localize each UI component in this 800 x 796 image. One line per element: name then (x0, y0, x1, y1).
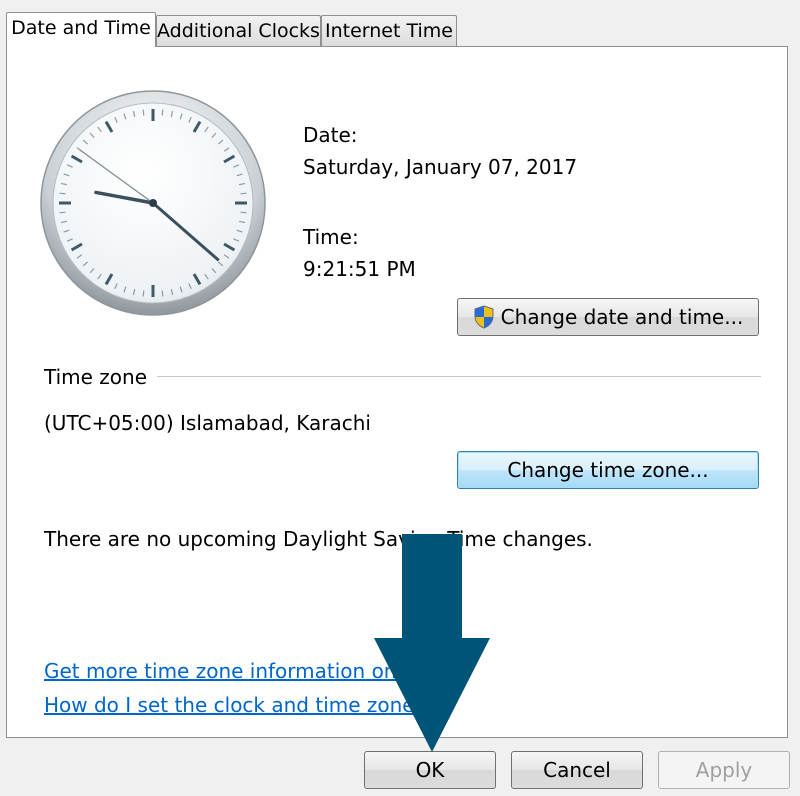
time-label: Time: (303, 225, 359, 249)
time-zone-heading: Time zone (44, 365, 148, 389)
how-to-set-clock-link[interactable]: How do I set the clock and time zone? (44, 693, 425, 717)
change-date-and-time-label: Change date and time... (500, 305, 744, 329)
minute-tick (240, 192, 247, 195)
date-value: Saturday, January 07, 2017 (303, 155, 578, 179)
uac-shield-icon (474, 305, 494, 329)
analog-clock (40, 90, 266, 316)
time-zone-divider (157, 376, 761, 377)
time-zone-value: (UTC+05:00) Islamabad, Karachi (44, 411, 371, 435)
date-label: Date: (303, 123, 358, 147)
change-time-zone-label: Change time zone... (507, 458, 709, 482)
tab-strip: Date and Time Additional Clocks Internet… (0, 0, 800, 48)
apply-label: Apply (695, 758, 753, 782)
ok-button[interactable]: OK (364, 751, 496, 789)
change-date-and-time-button[interactable]: Change date and time... (457, 298, 759, 336)
cancel-button[interactable]: Cancel (511, 751, 643, 789)
dst-message: There are no upcoming Daylight Saving Ti… (44, 527, 593, 551)
cancel-label: Cancel (543, 758, 611, 782)
minute-tick (59, 192, 66, 195)
apply-button[interactable]: Apply (658, 751, 790, 789)
time-value: 9:21:51 PM (303, 257, 416, 281)
tab-additional-clocks[interactable]: Additional Clocks (156, 15, 321, 46)
minute-tick (59, 211, 66, 214)
minute-tick (142, 290, 145, 297)
minute-tick (161, 109, 164, 116)
minute-tick (142, 109, 145, 116)
tab-date-and-time[interactable]: Date and Time (6, 12, 156, 47)
down-arrow-annotation-icon (374, 534, 490, 752)
tab-internet-time[interactable]: Internet Time (321, 15, 457, 46)
ok-label: OK (415, 758, 445, 782)
change-time-zone-button[interactable]: Change time zone... (457, 451, 759, 489)
minute-tick (161, 290, 164, 297)
minute-tick (240, 211, 247, 214)
clock-center (149, 199, 157, 207)
